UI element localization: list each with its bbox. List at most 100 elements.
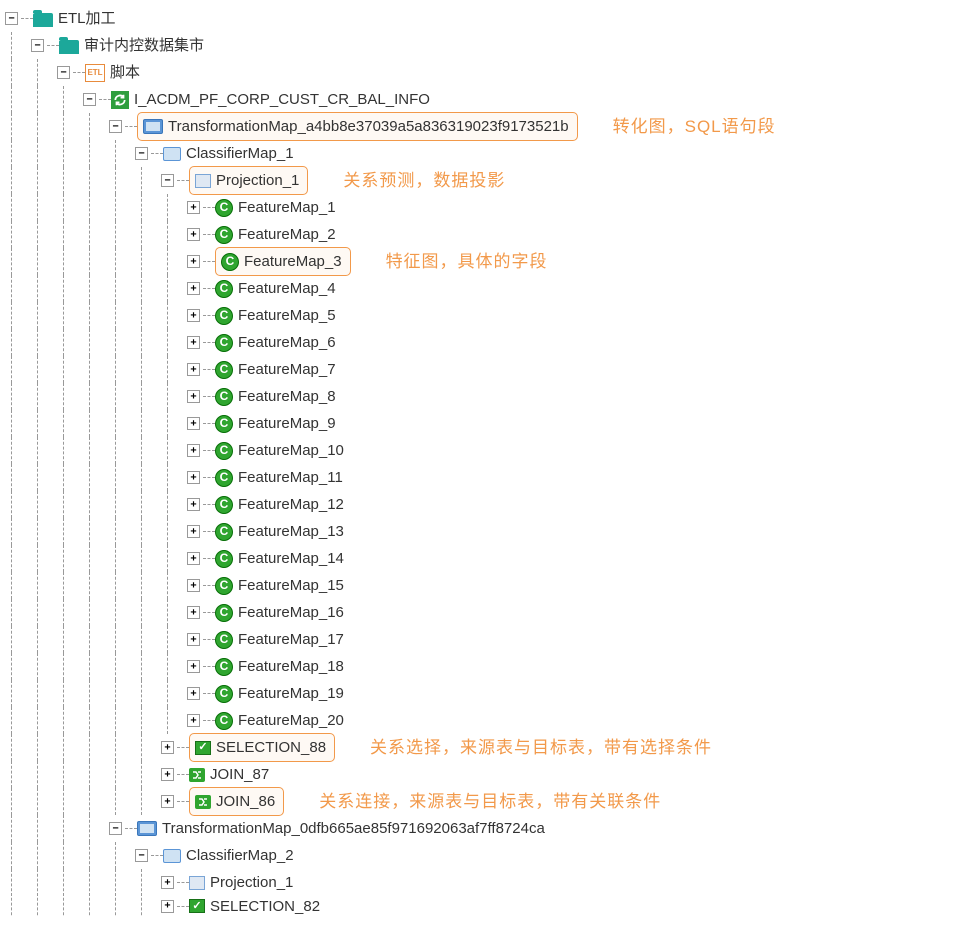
join-icon [189, 768, 205, 782]
folder-icon [33, 13, 53, 27]
tree-node-featuremap-3[interactable]: FeatureMap_3 [241, 248, 345, 275]
tree-node-join86[interactable]: JOIN_86 [213, 788, 278, 815]
toggle-featuremap-14[interactable]: + [187, 552, 200, 565]
tree-node-featuremap-17[interactable]: FeatureMap_17 [235, 626, 347, 653]
toggle-featuremap-19[interactable]: + [187, 687, 200, 700]
toggle-featuremap-15[interactable]: + [187, 579, 200, 592]
classifier-icon [163, 849, 181, 863]
annotation-join86: 关系连接，来源表与目标表，带有关联条件 [319, 788, 661, 815]
toggle-join87[interactable]: + [161, 768, 174, 781]
featuremap-icon: C [215, 226, 233, 244]
tree-node-classifier1[interactable]: ClassifierMap_1 [183, 140, 297, 167]
annotation-feature3: 特征图，具体的字段 [386, 248, 548, 275]
map-icon [143, 119, 163, 134]
toggle-featuremap-1[interactable]: + [187, 201, 200, 214]
highlight-selection88: ✓ SELECTION_88 [189, 733, 335, 762]
tree-node-featuremap-11[interactable]: FeatureMap_11 [235, 464, 346, 491]
toggle-featuremap-6[interactable]: + [187, 336, 200, 349]
toggle-tmap2[interactable]: − [109, 822, 122, 835]
highlight-projection1: Projection_1 [189, 166, 308, 195]
tree-node-projection2-1[interactable]: Projection_1 [207, 869, 296, 896]
refresh-icon [111, 91, 129, 109]
toggle-script[interactable]: − [57, 66, 70, 79]
toggle-datamart[interactable]: − [31, 39, 44, 52]
tree-node-featuremap-15[interactable]: FeatureMap_15 [235, 572, 347, 599]
tree-node-featuremap-7[interactable]: FeatureMap_7 [235, 356, 339, 383]
tree-node-featuremap-10[interactable]: FeatureMap_10 [235, 437, 347, 464]
tree-node-featuremap-16[interactable]: FeatureMap_16 [235, 599, 347, 626]
tree-node-featuremap-8[interactable]: FeatureMap_8 [235, 383, 339, 410]
toggle-featuremap-9[interactable]: + [187, 417, 200, 430]
featuremap-icon: C [215, 658, 233, 676]
toggle-selection88[interactable]: + [161, 741, 174, 754]
toggle-join86[interactable]: + [161, 795, 174, 808]
tree-node-tmap1[interactable]: TransformationMap_a4bb8e37039a5a83631902… [165, 113, 572, 140]
tree-node-featuremap-13[interactable]: FeatureMap_13 [235, 518, 347, 545]
featuremap-icon: C [215, 469, 233, 487]
checkmark-icon: ✓ [195, 741, 211, 755]
tree-node-selection82[interactable]: SELECTION_82 [207, 896, 323, 916]
toggle-featuremap-10[interactable]: + [187, 444, 200, 457]
toggle-projection1[interactable]: − [161, 174, 174, 187]
featuremap-icon: C [215, 388, 233, 406]
featuremap-icon: C [215, 577, 233, 595]
tree-node-featuremap-18[interactable]: FeatureMap_18 [235, 653, 347, 680]
tree-node-tmap2[interactable]: TransformationMap_0dfb665ae85f971692063a… [159, 815, 548, 842]
featuremap-icon: C [215, 361, 233, 379]
toggle-featuremap-7[interactable]: + [187, 363, 200, 376]
featuremap-icon: C [221, 253, 239, 271]
tree-node-script[interactable]: 脚本 [107, 59, 143, 86]
tree-node-featuremap-14[interactable]: FeatureMap_14 [235, 545, 347, 572]
toggle-featuremap-12[interactable]: + [187, 498, 200, 511]
tree-node-featuremap-12[interactable]: FeatureMap_12 [235, 491, 347, 518]
featuremap-icon: C [215, 604, 233, 622]
toggle-selection82[interactable]: + [161, 900, 174, 913]
toggle-featuremap-3[interactable]: + [187, 255, 200, 268]
toggle-featuremap-16[interactable]: + [187, 606, 200, 619]
toggle-etl-root[interactable]: − [5, 12, 18, 25]
featuremap-icon: C [215, 685, 233, 703]
tree-node-featuremap-4[interactable]: FeatureMap_4 [235, 275, 339, 302]
tree-node-job[interactable]: I_ACDM_PF_CORP_CUST_CR_BAL_INFO [131, 86, 433, 113]
toggle-projection2-1[interactable]: + [161, 876, 174, 889]
classifier-icon [163, 147, 181, 161]
tree-node-featuremap-2[interactable]: FeatureMap_2 [235, 221, 339, 248]
highlight-feature3: CFeatureMap_3 [215, 247, 351, 276]
tree-node-featuremap-1[interactable]: FeatureMap_1 [235, 194, 339, 221]
tree-node-join87[interactable]: JOIN_87 [207, 761, 272, 788]
annotation-tmap1: 转化图，SQL语句段 [613, 113, 776, 140]
toggle-classifier1[interactable]: − [135, 147, 148, 160]
featuremap-icon: C [215, 712, 233, 730]
toggle-job[interactable]: − [83, 93, 96, 106]
toggle-classifier2[interactable]: − [135, 849, 148, 862]
toggle-featuremap-18[interactable]: + [187, 660, 200, 673]
toggle-tmap1[interactable]: − [109, 120, 122, 133]
featuremap-icon: C [215, 550, 233, 568]
tree-node-projection1[interactable]: Projection_1 [213, 167, 302, 194]
tree-node-datamart[interactable]: 审计内控数据集市 [81, 32, 207, 59]
projection-icon [189, 876, 205, 890]
folder-icon [59, 40, 79, 54]
join-icon [195, 795, 211, 809]
toggle-featuremap-2[interactable]: + [187, 228, 200, 241]
featuremap-icon: C [215, 496, 233, 514]
toggle-featuremap-4[interactable]: + [187, 282, 200, 295]
map-icon [137, 821, 157, 836]
annotation-projection1: 关系预测，数据投影 [343, 167, 505, 194]
tree-node-featuremap-9[interactable]: FeatureMap_9 [235, 410, 339, 437]
tree-node-classifier2[interactable]: ClassifierMap_2 [183, 842, 297, 869]
toggle-featuremap-5[interactable]: + [187, 309, 200, 322]
toggle-featuremap-13[interactable]: + [187, 525, 200, 538]
tree-node-featuremap-5[interactable]: FeatureMap_5 [235, 302, 339, 329]
tree-node-selection88[interactable]: SELECTION_88 [213, 734, 329, 761]
toggle-featuremap-20[interactable]: + [187, 714, 200, 727]
tree-node-featuremap-6[interactable]: FeatureMap_6 [235, 329, 339, 356]
toggle-featuremap-17[interactable]: + [187, 633, 200, 646]
projection-icon [195, 174, 211, 188]
tree-node-featuremap-20[interactable]: FeatureMap_20 [235, 707, 347, 734]
featuremap-icon: C [215, 280, 233, 298]
tree-node-etl-root[interactable]: ETL加工 [55, 5, 119, 32]
toggle-featuremap-11[interactable]: + [187, 471, 200, 484]
toggle-featuremap-8[interactable]: + [187, 390, 200, 403]
tree-node-featuremap-19[interactable]: FeatureMap_19 [235, 680, 347, 707]
